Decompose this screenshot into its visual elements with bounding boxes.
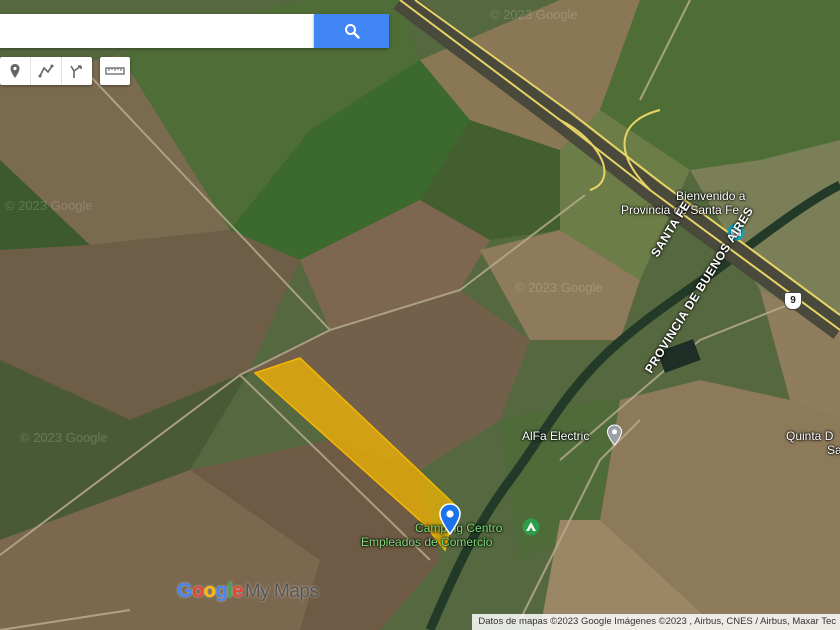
- google-my-maps-logo: Google My Maps: [177, 580, 319, 602]
- place-pin-icon[interactable]: [606, 424, 623, 446]
- measure-button[interactable]: [100, 57, 130, 85]
- search-button[interactable]: [314, 14, 389, 48]
- map-toolbar: [0, 57, 130, 85]
- draw-line-button[interactable]: [31, 57, 62, 85]
- search-icon: [344, 24, 360, 39]
- place-label-camping-line2: Empleados de Comercio: [361, 535, 493, 549]
- directions-button[interactable]: [62, 57, 92, 85]
- watermark: © 2023 Google: [5, 198, 93, 213]
- watermark: © 2023 Google: [490, 7, 578, 22]
- map-attribution: Datos de mapas ©2023 Google Imágenes ©20…: [472, 614, 840, 630]
- search-input[interactable]: [0, 14, 314, 48]
- place-label-quinta-line1: Quinta D: [786, 429, 834, 443]
- tool-group: [0, 57, 92, 85]
- directions-icon: [70, 65, 82, 78]
- location-marker-icon[interactable]: [438, 503, 462, 535]
- add-marker-button[interactable]: [0, 57, 31, 85]
- marker-icon: [10, 64, 20, 78]
- draw-line-icon: [38, 64, 54, 78]
- place-label-alfa: AlFa Electric: [522, 429, 590, 443]
- ruler-icon: [105, 67, 125, 75]
- place-label-quinta-line2: Sa: [827, 443, 840, 457]
- watermark: © 2023 Google: [515, 280, 603, 295]
- route-shield: 9: [784, 292, 802, 310]
- campground-icon[interactable]: [522, 518, 540, 536]
- watermark: © 2023 Google: [20, 430, 108, 445]
